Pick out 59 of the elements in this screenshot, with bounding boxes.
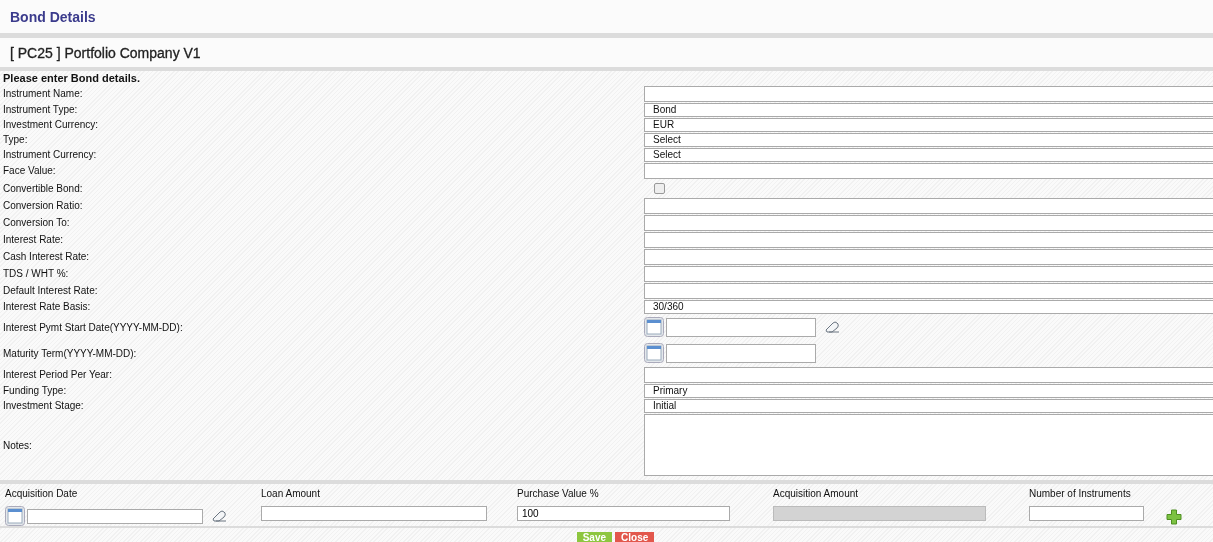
date-field[interactable] [666,317,816,337]
company-title: [ PC25 ] Portfolio Company V1 [10,44,201,61]
input-field[interactable] [644,231,1213,248]
input-field[interactable] [644,214,1213,231]
field-label: Funding Type: [3,385,68,396]
field-label: Investment Currency: [3,119,100,130]
input-field[interactable] [644,197,1213,214]
field-label: Instrument Type: [3,104,79,115]
select-field[interactable]: Select [644,132,1213,147]
input-field[interactable] [644,162,1213,179]
eraser-icon[interactable] [211,510,227,522]
form-instruction: Please enter Bond details. [3,72,141,85]
select-field[interactable]: 30/360 [644,299,1213,314]
field-label: Interest Rate Basis: [3,301,92,312]
calendar-icon[interactable] [644,343,664,363]
input-field[interactable] [644,248,1213,265]
input-field[interactable] [1029,506,1144,521]
add-icon[interactable] [1166,509,1182,525]
field-label: Type: [3,134,29,145]
input-field[interactable] [644,366,1213,383]
field-label: Interest Rate: [3,234,65,245]
field-label: Face Value: [3,165,57,176]
column-label: Acquisition Date [5,488,79,500]
calendar-icon[interactable] [5,506,25,526]
checkbox[interactable] [654,182,665,194]
field-label: Convertible Bond: [3,182,84,194]
select-field[interactable]: Select [644,147,1213,162]
field-label: Instrument Name: [3,88,84,99]
field-label: TDS / WHT %: [3,268,70,279]
input-field[interactable] [644,282,1213,299]
select-field[interactable]: Bond [644,102,1213,117]
page-title: Bond Details [10,8,96,25]
calendar-icon[interactable] [644,317,664,337]
date-field[interactable] [27,508,203,524]
field-label: Default Interest Rate: [3,285,99,296]
field-label: Maturity Term(YYYY-MM-DD): [3,347,138,359]
field-label: Conversion To: [3,217,71,228]
close-button[interactable]: Close [615,532,655,542]
eraser-icon[interactable] [824,321,840,333]
field-label: Investment Stage: [3,400,85,411]
notes-field[interactable] [644,414,1213,476]
field-label: Notes: [3,439,33,451]
input-field[interactable] [644,265,1213,282]
column-label: Acquisition Amount [773,488,860,500]
column-label: Loan Amount [261,488,321,500]
field-label: Interest Period Per Year: [3,369,113,380]
select-field[interactable]: EUR [644,117,1213,132]
column-label: Purchase Value % [517,488,600,500]
select-field[interactable]: Primary [644,383,1213,398]
select-field[interactable]: Initial [644,398,1213,413]
field-label: Conversion Ratio: [3,200,84,211]
column-label: Number of Instruments [1029,488,1132,500]
field-label: Interest Pymt Start Date(YYYY-MM-DD): [3,321,184,333]
field-label: Cash Interest Rate: [3,251,91,262]
field-label: Instrument Currency: [3,149,98,160]
input-field[interactable] [261,506,487,521]
input-field[interactable] [644,85,1213,102]
input-field[interactable]: 100 [517,506,730,521]
date-field[interactable] [666,343,816,363]
